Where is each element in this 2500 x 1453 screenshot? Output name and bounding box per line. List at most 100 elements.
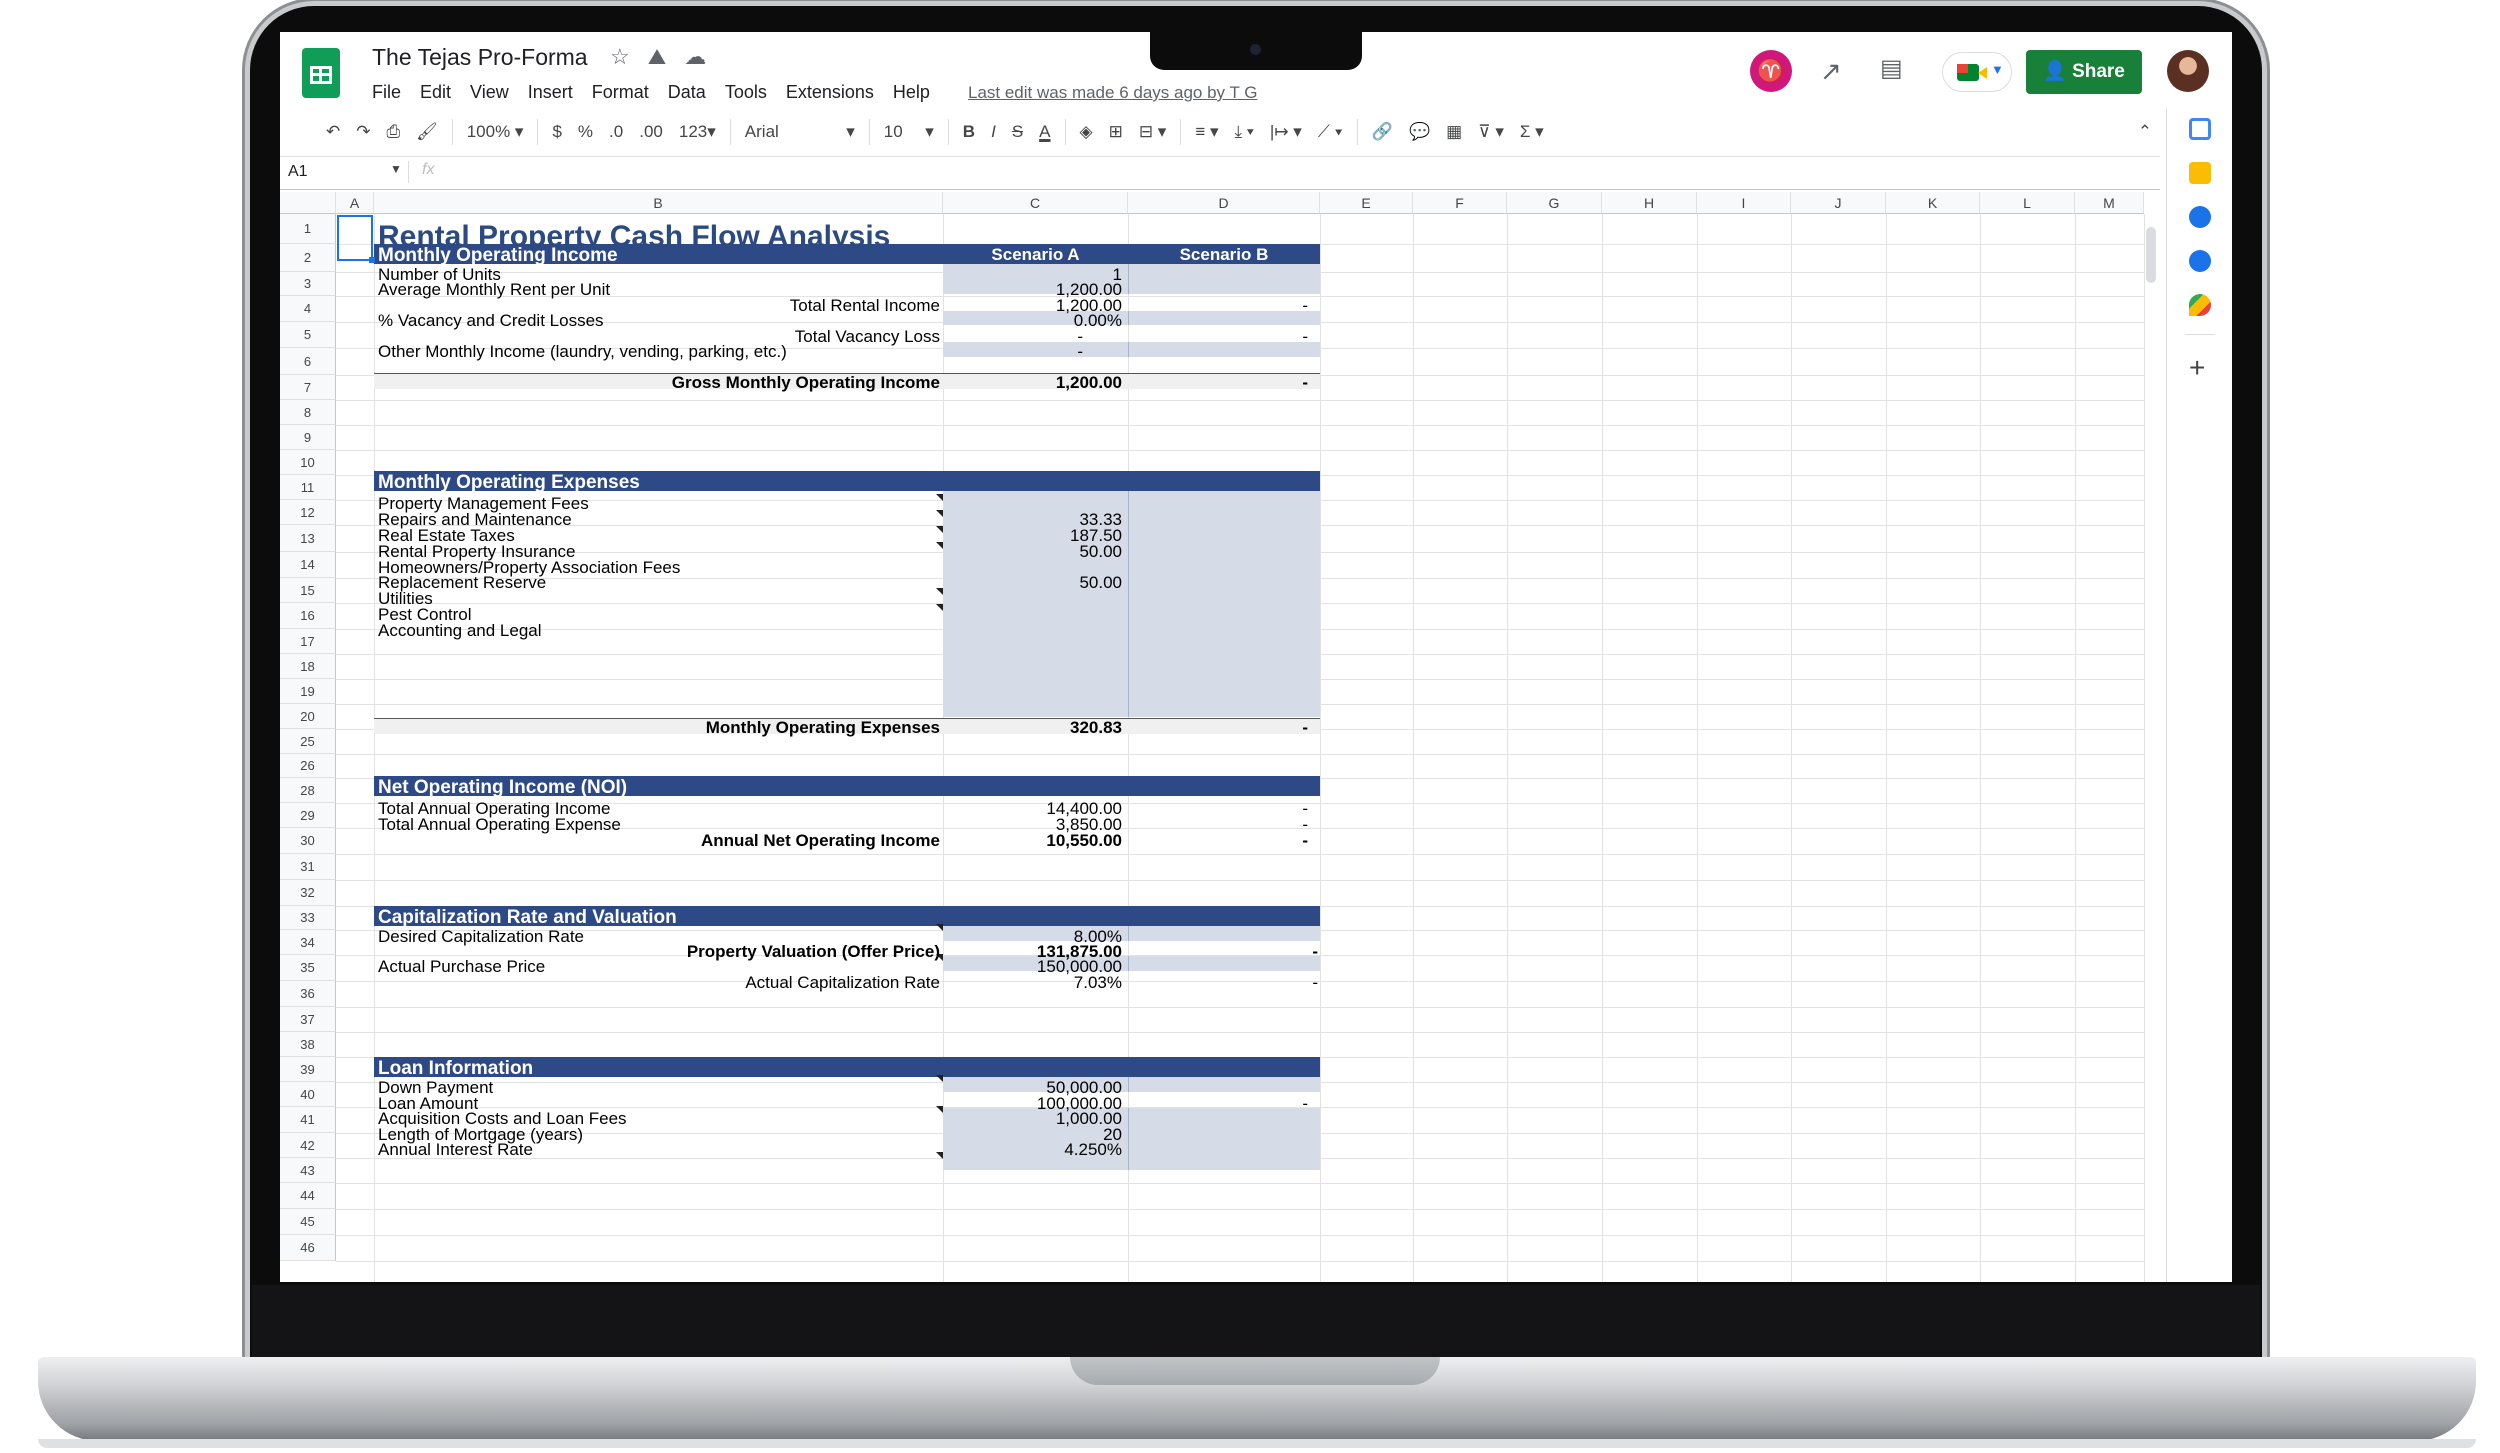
increase-decimal-button[interactable]: .00 (631, 122, 671, 142)
percent-format-button[interactable]: % (570, 122, 601, 142)
row-header[interactable]: 43 (280, 1158, 336, 1183)
column-header[interactable]: G (1507, 192, 1602, 214)
fill-handle[interactable] (369, 257, 375, 263)
expense-value-a[interactable]: 50.00 (943, 542, 1122, 562)
column-header[interactable]: B (374, 192, 943, 214)
total-rent-b[interactable]: - (1128, 296, 1308, 316)
select-all-corner[interactable] (280, 192, 336, 214)
row-header[interactable]: 26 (280, 754, 336, 778)
sheets-logo-icon[interactable] (302, 48, 340, 98)
filter-icon[interactable]: ⊽ ▾ (1470, 122, 1512, 142)
menu-view[interactable]: View (470, 82, 509, 103)
expenses-header[interactable]: Monthly Operating Expenses (378, 472, 640, 494)
document-title[interactable]: The Tejas Pro-Forma (372, 44, 588, 71)
other-income-label[interactable]: Other Monthly Income (laundry, vending, … (378, 342, 787, 362)
horizontal-align-icon[interactable]: ≡ ▾ (1187, 122, 1226, 142)
row-header[interactable]: 33 (280, 906, 336, 930)
move-to-drive-icon[interactable]: ⛰ (648, 44, 666, 70)
column-header[interactable]: K (1886, 192, 1980, 214)
row-header[interactable]: 41 (280, 1107, 336, 1133)
row-header[interactable]: 25 (280, 729, 336, 754)
name-box-dropdown-icon[interactable]: ▼ (390, 162, 402, 176)
share-button[interactable]: 👤 Share (2026, 50, 2142, 94)
undo-icon[interactable]: ↶ (318, 122, 348, 142)
more-formats-button[interactable]: 123▾ (671, 122, 724, 142)
row-header[interactable]: 7 (280, 375, 336, 400)
menu-edit[interactable]: Edit (420, 82, 451, 103)
row-header[interactable]: 31 (280, 854, 336, 880)
insert-link-icon[interactable]: 🔗 (1364, 122, 1401, 142)
row-header[interactable]: 8 (280, 400, 336, 425)
expenses-total-label[interactable]: Monthly Operating Expenses (374, 718, 940, 738)
column-header[interactable]: C (943, 192, 1128, 214)
row-header[interactable]: 44 (280, 1183, 336, 1209)
row-header[interactable]: 36 (280, 981, 336, 1007)
row-header[interactable]: 17 (280, 629, 336, 654)
row-header[interactable]: 34 (280, 930, 336, 955)
row-header[interactable]: 45 (280, 1209, 336, 1235)
cap-header[interactable]: Capitalization Rate and Valuation (378, 907, 677, 929)
insert-chart-icon[interactable]: ▦ (1438, 122, 1470, 142)
row-header[interactable]: 6 (280, 348, 336, 375)
interest-rate-label[interactable]: Annual Interest Rate (378, 1140, 533, 1160)
insert-comment-icon[interactable]: 💬 (1401, 122, 1438, 142)
column-header[interactable]: I (1697, 192, 1791, 214)
paint-format-icon[interactable]: 🖌 (408, 122, 446, 142)
comments-icon[interactable]: ▤ (1880, 54, 1903, 83)
account-avatar[interactable] (2167, 50, 2209, 92)
row-header[interactable]: 40 (280, 1082, 336, 1107)
column-header[interactable]: E (1320, 192, 1413, 214)
name-box[interactable]: A1 (288, 163, 308, 181)
row-header[interactable]: 20 (280, 704, 336, 729)
collaborator-avatar[interactable]: ♈ (1750, 50, 1792, 92)
activity-trend-icon[interactable]: ↗ (1820, 56, 1842, 87)
row-header[interactable]: 19 (280, 679, 336, 704)
gross-income-b[interactable]: - (1128, 373, 1308, 393)
cell-note-marker[interactable] (936, 588, 943, 595)
menu-help[interactable]: Help (893, 82, 930, 103)
maps-icon[interactable] (2189, 294, 2211, 316)
row-header[interactable]: 4 (280, 296, 336, 322)
decrease-decimal-button[interactable]: .0 (601, 122, 631, 142)
annual-noi-a[interactable]: 10,550.00 (943, 831, 1122, 851)
italic-button[interactable]: I (983, 122, 1004, 142)
annual-noi-b[interactable]: - (1128, 831, 1308, 851)
expenses-total-a[interactable]: 320.83 (943, 718, 1122, 738)
row-header[interactable]: 5 (280, 322, 336, 348)
add-ons-plus-icon[interactable]: + (2189, 352, 2205, 384)
selected-cell-a1[interactable] (337, 215, 373, 261)
zoom-select[interactable]: 100% ▾ (459, 122, 532, 142)
merge-cells-icon[interactable]: ⊟ ▾ (1131, 122, 1175, 142)
currency-format-button[interactable]: $ (544, 122, 569, 142)
column-header[interactable]: H (1602, 192, 1697, 214)
menu-extensions[interactable]: Extensions (786, 82, 874, 103)
other-income-a[interactable]: - (943, 342, 1083, 362)
calendar-icon[interactable] (2189, 118, 2211, 140)
text-rotation-icon[interactable]: ⟋ ▾ (1310, 122, 1351, 142)
column-header[interactable]: M (2075, 192, 2144, 214)
cell-note-marker[interactable] (936, 510, 943, 517)
row-header[interactable]: 29 (280, 803, 336, 828)
row-header[interactable]: 35 (280, 955, 336, 981)
actual-cap-label[interactable]: Actual Capitalization Rate (374, 973, 940, 993)
gross-income-a[interactable]: 1,200.00 (943, 373, 1122, 393)
contacts-icon[interactable] (2189, 250, 2211, 272)
menu-tools[interactable]: Tools (725, 82, 767, 103)
bold-button[interactable]: B (955, 122, 983, 142)
income-header[interactable]: Monthly Operating Income (378, 245, 618, 267)
row-header[interactable]: 9 (280, 425, 336, 450)
cell-note-marker[interactable] (936, 924, 943, 931)
borders-icon[interactable]: ⊞ (1101, 122, 1131, 142)
strikethrough-button[interactable]: S (1004, 122, 1031, 142)
last-edit-link[interactable]: Last edit was made 6 days ago by T G (968, 83, 1257, 103)
row-header[interactable]: 12 (280, 500, 336, 525)
expense-label[interactable]: Accounting and Legal (378, 621, 542, 641)
column-header[interactable]: A (336, 192, 374, 214)
column-header[interactable]: F (1413, 192, 1507, 214)
vertical-scrollbar[interactable] (2146, 227, 2156, 283)
formula-input[interactable] (460, 159, 2140, 185)
row-header[interactable]: 28 (280, 778, 336, 803)
gross-income-label[interactable]: Gross Monthly Operating Income (374, 373, 940, 393)
loan-header[interactable]: Loan Information (378, 1058, 533, 1080)
menu-format[interactable]: Format (592, 82, 649, 103)
